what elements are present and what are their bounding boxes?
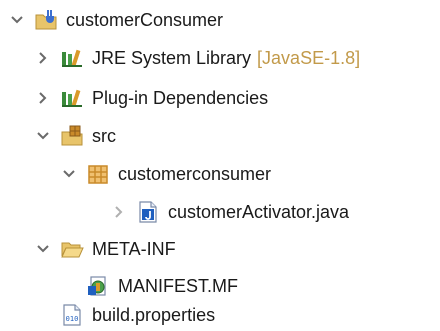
tree-item-label: JRE System Library [92,47,252,68]
tree-item-label: src [92,125,116,146]
tree-item-plugin-dependencies[interactable]: Plug-in Dependencies [34,82,268,114]
chevron-right-icon[interactable] [34,89,52,107]
tree-item-label: META-INF [92,238,176,259]
tree-item-project[interactable]: customerConsumer [8,4,223,36]
chevron-down-icon[interactable] [34,127,52,145]
tree-item-manifest[interactable]: MANIFEST.MF [86,270,238,302]
tree-item-src[interactable]: src [34,120,116,152]
project-explorer-tree: customerConsumer JRE System Library [Jav… [0,0,440,331]
tree-item-label: customerActivator.java [168,201,350,222]
tree-item-label: build.properties [92,304,216,325]
chevron-right-icon[interactable] [110,203,128,221]
tree-item-label: Plug-in Dependencies [92,87,269,108]
chevron-down-icon[interactable] [34,240,52,258]
chevron-right-icon[interactable] [34,49,52,67]
library-icon [60,86,84,110]
chevron-down-icon[interactable] [60,165,78,183]
tree-item-jre-library[interactable]: JRE System Library [JavaSE-1.8] [34,42,360,74]
plugin-project-icon [34,8,58,32]
folder-open-icon [60,237,84,261]
tree-item-label: MANIFEST.MF [118,275,238,296]
tree-item-meta-inf[interactable]: META-INF [34,233,176,265]
tree-item-package[interactable]: customerconsumer [60,158,271,190]
chevron-down-icon[interactable] [8,11,26,29]
library-version-decoration: [JavaSE-1.8] [257,47,361,68]
svg-text:010: 010 [66,315,79,323]
java-file-icon [136,200,160,224]
tree-item-label: customerConsumer [66,9,224,30]
tree-item-java-file[interactable]: customerActivator.java [110,196,349,228]
library-icon [60,46,84,70]
tree-item-label: customerconsumer [118,163,272,184]
manifest-icon [86,274,110,298]
properties-file-icon: 010 [60,303,84,327]
tree-item-build-properties[interactable]: 010 build.properties [60,299,215,331]
source-folder-icon [60,124,84,148]
package-icon [86,162,110,186]
